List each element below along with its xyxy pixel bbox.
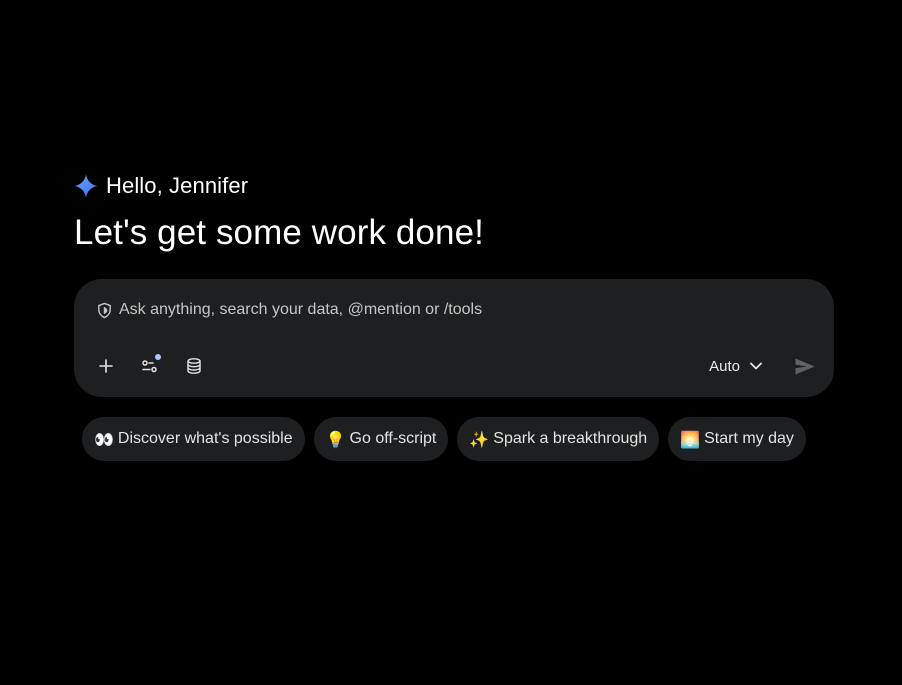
suggestion-chip-breakthrough[interactable]: ✨ Spark a breakthrough [457, 417, 660, 461]
lightbulb-icon: 💡 [325, 429, 346, 449]
composer-toolbar: Auto [92, 351, 820, 381]
shield-icon [96, 302, 113, 319]
suggestion-chip-off-script[interactable]: 💡 Go off-script [313, 417, 449, 461]
database-icon [187, 358, 201, 374]
suggestion-chip-label: Start my day [704, 430, 794, 447]
tools-badge [155, 354, 161, 360]
gemini-spark-icon [74, 174, 98, 198]
suggestion-chip-label: Go off-script [349, 430, 437, 447]
prompt-input[interactable] [119, 299, 812, 321]
tools-button[interactable] [136, 352, 164, 380]
chevron-down-icon [750, 362, 762, 370]
send-icon [795, 358, 815, 374]
sparkles-icon: ✨ [469, 429, 490, 449]
suggestion-chip-discover[interactable]: 👀 Discover what's possible [82, 417, 305, 461]
model-selector[interactable]: Auto [709, 358, 762, 375]
prompt-composer: Auto [74, 279, 834, 397]
sunrise-icon: 🌅 [680, 429, 701, 449]
suggestion-chip-label: Spark a breakthrough [493, 430, 648, 447]
greeting: Hello, Jennifer [74, 173, 248, 199]
data-sources-button[interactable] [180, 352, 208, 380]
suggestion-chip-label: Discover what's possible [117, 430, 293, 447]
tools-icon [142, 360, 157, 373]
eyes-icon: 👀 [94, 429, 114, 449]
greeting-text: Hello, Jennifer [106, 173, 249, 198]
prompt-input-row [96, 299, 812, 321]
suggestion-chips: 👀 Discover what's possible 💡 Go off-scri… [82, 417, 806, 461]
plus-icon [99, 359, 113, 373]
send-button[interactable] [790, 351, 820, 381]
suggestion-chip-start-day[interactable]: 🌅 Start my day [668, 417, 806, 461]
model-selector-label: Auto [709, 357, 740, 375]
add-button[interactable] [92, 352, 120, 380]
page-title: Let's get some work done! [74, 213, 484, 252]
